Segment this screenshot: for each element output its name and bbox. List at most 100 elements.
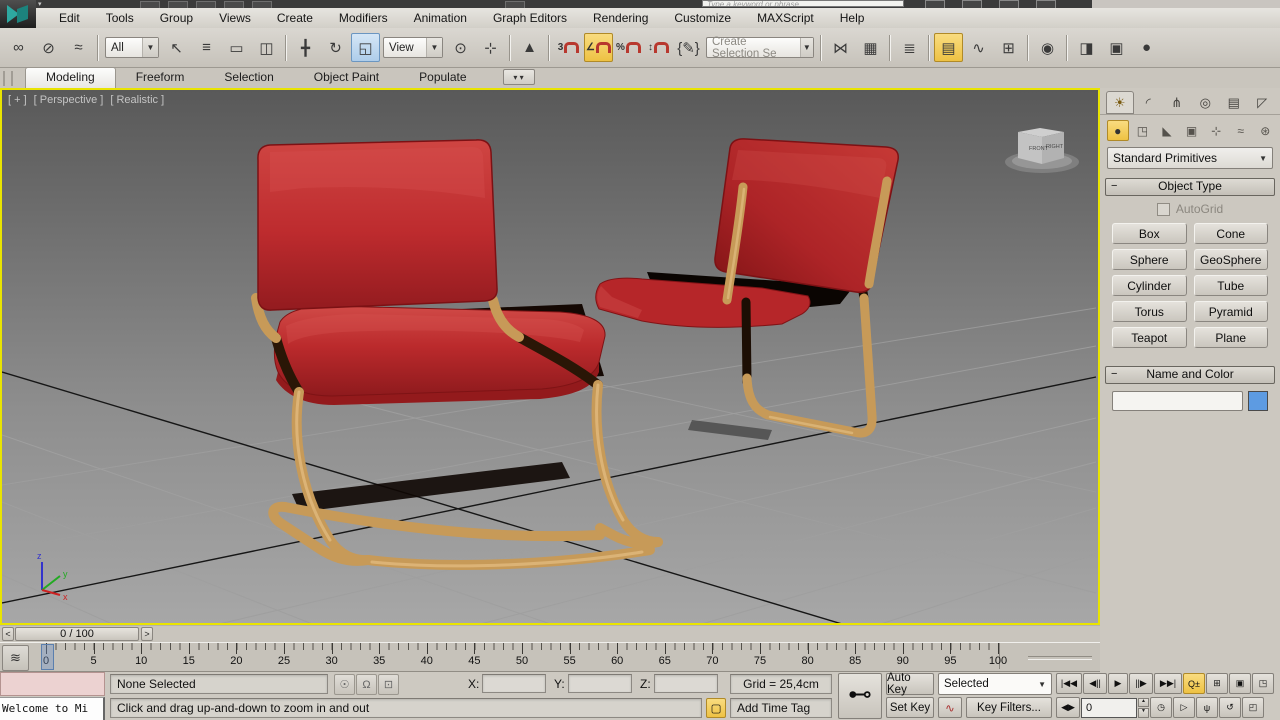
spinner-up-icon[interactable]: ▲ [1138, 697, 1149, 707]
spinner-snap-toggle-icon[interactable]: ↕ [644, 33, 673, 62]
ribbon-tab-selection[interactable]: Selection [204, 68, 293, 88]
play-button[interactable]: ▶ [1108, 673, 1128, 694]
chair-left[interactable] [251, 139, 663, 570]
category-geometry[interactable]: ● [1107, 120, 1129, 141]
window-crossing-toggle-icon[interactable]: ◫ [252, 33, 281, 62]
menu-help[interactable]: Help [827, 8, 878, 28]
time-slider-track[interactable]: < 0 / 100 > [0, 625, 1100, 642]
add-time-tag-field[interactable]: Add Time Tag [730, 698, 832, 718]
menu-tools[interactable]: Tools [93, 8, 147, 28]
track-bar[interactable]: ≋ 0 5 10 15 20 25 30 35 40 45 50 55 60 65 70 75 80 85 90 95… [0, 642, 1100, 672]
orbit-viewport-button[interactable]: ↺ [1219, 697, 1241, 718]
ribbon-tab-modeling[interactable]: Modeling [25, 67, 116, 88]
ribbon-tab-freeform[interactable]: Freeform [116, 68, 205, 88]
unlink-selection-icon[interactable]: ⊘ [34, 33, 63, 62]
object-color-swatch[interactable] [1248, 391, 1268, 411]
welcome-window-titlebar[interactable]: Welcome to Mi [0, 697, 105, 720]
auto-key-button[interactable]: Auto Key [886, 672, 934, 696]
ribbon-tab-object-paint[interactable]: Object Paint [294, 68, 399, 88]
select-and-scale-icon[interactable]: ◱ [351, 33, 380, 62]
keyboard-shortcut-override-icon[interactable]: ▲ [515, 33, 544, 62]
primitive-button-cylinder[interactable]: Cylinder [1112, 275, 1187, 296]
category-cameras[interactable]: ▣ [1181, 120, 1203, 141]
application-menu-arrow-icon[interactable]: ▾ [38, 0, 42, 8]
x-coord-field[interactable] [482, 674, 546, 693]
default-in-out-tangents-button[interactable]: ∿ [938, 697, 962, 718]
go-to-end-button[interactable]: ▶▶| [1154, 673, 1182, 694]
spinner-down-icon[interactable]: ▼ [1138, 708, 1149, 718]
viewport-canvas[interactable]: FRONT RIGHT z y x [2, 90, 1098, 623]
tab-utilities[interactable]: ◸ [1249, 91, 1277, 114]
menu-maxscript[interactable]: MAXScript [744, 8, 827, 28]
perspective-viewport[interactable]: [ + ] [ Perspective ] [ Realistic ] FRON… [0, 88, 1100, 625]
viewcube[interactable]: FRONT RIGHT [1005, 128, 1079, 173]
angle-snap-toggle-icon[interactable]: ∠ [584, 33, 613, 62]
key-mode-toggle-button[interactable]: ◀▶ [1056, 697, 1080, 718]
menu-modifiers[interactable]: Modifiers [326, 8, 401, 28]
render-setup-icon[interactable]: ◨ [1072, 33, 1101, 62]
zoom-extents-all-button[interactable]: ◳ [1252, 673, 1274, 694]
snaps-toggle-3d-icon[interactable]: 3 [554, 33, 583, 62]
layer-manager-icon[interactable]: ≣ [895, 33, 924, 62]
primitive-button-sphere[interactable]: Sphere [1112, 249, 1187, 270]
next-frame-arrow[interactable]: > [141, 627, 153, 641]
menu-group[interactable]: Group [147, 8, 206, 28]
ribbon-grip[interactable] [3, 71, 13, 86]
viewcube-right-face[interactable]: RIGHT [1046, 144, 1064, 150]
tab-hierarchy[interactable]: ⋔ [1163, 91, 1191, 114]
category-systems[interactable]: ⊛ [1254, 120, 1276, 141]
primitive-button-tube[interactable]: Tube [1193, 275, 1268, 296]
curve-editor-icon[interactable]: ∿ [964, 33, 993, 62]
category-helpers[interactable]: ⊹ [1205, 120, 1227, 141]
material-editor-icon[interactable]: ◉ [1033, 33, 1062, 62]
key-filter-selected-dropdown[interactable]: Selected ▼ [938, 673, 1052, 695]
selection-lock-icon[interactable]: Ω [356, 674, 377, 695]
mini-curve-editor-button[interactable]: ≋ [2, 645, 29, 671]
maximize-viewport-toggle-button[interactable]: ◰ [1242, 697, 1264, 718]
menu-rendering[interactable]: Rendering [580, 8, 661, 28]
primitive-button-torus[interactable]: Torus [1112, 301, 1187, 322]
autogrid-checkbox[interactable] [1156, 202, 1170, 216]
primitive-button-plane[interactable]: Plane [1193, 327, 1268, 348]
current-frame-marker[interactable] [41, 644, 54, 670]
pan-zoom-mode-button[interactable]: ▷ [1173, 697, 1195, 718]
background-window-fragment[interactable] [0, 672, 105, 696]
key-filters-button[interactable]: Key Filters... [966, 697, 1052, 718]
selection-filter[interactable]: All ▼ [105, 37, 159, 58]
application-menu-button[interactable] [0, 0, 36, 28]
previous-frame-button[interactable]: ◀|| [1083, 673, 1107, 694]
set-keys-button[interactable]: ⊶ [838, 673, 882, 719]
select-and-link-icon[interactable]: ∞ [4, 33, 33, 62]
primitive-button-teapot[interactable]: Teapot [1112, 327, 1187, 348]
previous-frame-arrow[interactable]: < [2, 627, 14, 641]
zoom-extents-button[interactable]: ▣ [1229, 673, 1251, 694]
render-production-icon[interactable]: ● [1132, 33, 1161, 62]
isolate-toggle-icon[interactable]: ☉ [334, 674, 355, 695]
zoom-mode-button[interactable]: Q± [1183, 673, 1205, 694]
y-coord-field[interactable] [568, 674, 632, 693]
select-by-name-icon[interactable]: ≡ [192, 33, 221, 62]
current-frame-field[interactable]: 0 [1081, 697, 1137, 718]
viewport-menu-pov[interactable]: [ Perspective ] [34, 94, 104, 106]
absolute-offset-mode-icon[interactable]: ⊡ [378, 674, 399, 695]
viewport-menu-general[interactable]: [ + ] [8, 94, 27, 106]
z-coord-field[interactable] [654, 674, 718, 693]
track-bar-ruler[interactable]: 0 5 10 15 20 25 30 35 40 45 50 55 60 65 70 75 80 85 90 95 10… [30, 643, 1020, 671]
use-pivot-point-center-icon[interactable]: ⊙ [446, 33, 475, 62]
primitive-category-dropdown[interactable]: Standard Primitives ▼ [1107, 147, 1273, 169]
named-selection-sets[interactable]: Create Selection Se ▼ [706, 36, 814, 60]
rendered-frame-window-icon[interactable]: ▣ [1102, 33, 1131, 62]
align-icon[interactable]: ▦ [856, 33, 885, 62]
menu-customize[interactable]: Customize [661, 8, 744, 28]
ribbon-overflow-button[interactable]: ▾ ▾ [502, 69, 535, 85]
menu-views[interactable]: Views [206, 8, 264, 28]
tab-create[interactable]: ☀ [1106, 91, 1134, 114]
category-shapes[interactable]: ◳ [1132, 120, 1154, 141]
isolate-selection-cube-button[interactable]: ▢ [706, 698, 726, 718]
bind-to-space-warp-icon[interactable]: ≈ [64, 33, 93, 62]
name-color-rollout-header[interactable]: − Name and Color [1105, 366, 1275, 384]
ribbon-toggle-icon[interactable]: ▤ [934, 33, 963, 62]
chevron-down-icon[interactable]: ▼ [142, 38, 158, 57]
select-and-manipulate-icon[interactable]: ⊹ [476, 33, 505, 62]
category-space-warps[interactable]: ≈ [1230, 120, 1252, 141]
